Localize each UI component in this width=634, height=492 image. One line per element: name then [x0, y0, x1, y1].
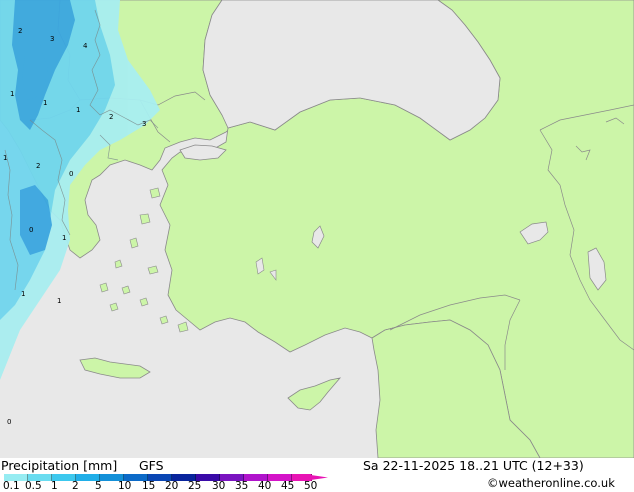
legend-label: 1	[51, 480, 58, 492]
legend-label: 35	[235, 480, 249, 492]
precip-value: 1	[57, 297, 61, 305]
precip-value: 0	[7, 418, 11, 426]
precip-value: 3	[142, 120, 146, 128]
credit-link[interactable]: ©weatheronline.co.uk	[487, 476, 615, 490]
legend-label: 25	[188, 480, 202, 492]
legend-label: 15	[142, 480, 156, 492]
precipitation-map: 2 3 4 1 1 1 2 3 1 2 0 0 1 1 1 0	[0, 0, 634, 458]
legend-label: 20	[165, 480, 179, 492]
precip-value: 4	[83, 42, 88, 50]
valid-time: Sa 22-11-2025 18..21 UTC (12+33)	[363, 458, 584, 473]
legend-label: 2	[72, 480, 79, 492]
model-name: GFS	[139, 458, 164, 473]
legend-label: 0.5	[25, 480, 42, 492]
legend-label: 50	[304, 480, 318, 492]
precip-value: 2	[109, 113, 113, 121]
precip-value: 1	[43, 99, 47, 107]
precip-value: 3	[50, 35, 54, 43]
precip-value: 1	[62, 234, 66, 242]
precip-value: 1	[3, 154, 7, 162]
precip-value: 2	[36, 162, 40, 170]
precip-value: 0	[69, 170, 73, 178]
legend-label: 30	[212, 480, 226, 492]
legend-label: 0.1	[3, 480, 20, 492]
precip-value: 2	[18, 27, 22, 35]
legend-label: 5	[95, 480, 102, 492]
precip-value: 1	[76, 106, 80, 114]
legend-label: 10	[118, 480, 132, 492]
precip-value: 1	[21, 290, 25, 298]
legend-label: 45	[281, 480, 295, 492]
legend-label: 40	[258, 480, 272, 492]
map-title: Precipitation [mm]	[1, 458, 118, 473]
precip-value: 1	[10, 90, 14, 98]
precip-value: 0	[29, 226, 33, 234]
